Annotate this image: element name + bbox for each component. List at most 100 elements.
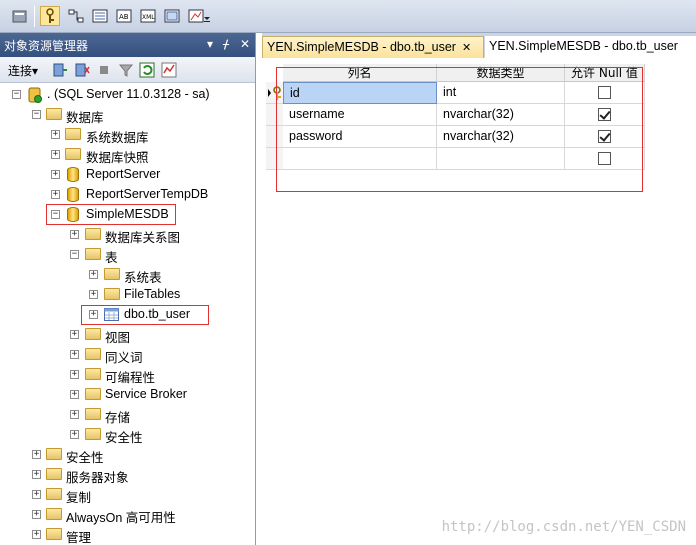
collapse-icon[interactable]: −	[32, 110, 41, 119]
tree-node-server-objects[interactable]: + 服务器对象	[0, 465, 255, 485]
tree-node-reportservertempdb[interactable]: + ReportServerTempDB	[0, 185, 255, 205]
tree-node-label: . (SQL Server 11.0.3128 - sa)	[47, 87, 210, 101]
fulltext-icon[interactable]: AB	[114, 6, 134, 26]
folder-icon	[46, 448, 62, 462]
filter-icon[interactable]	[118, 62, 134, 78]
properties-icon[interactable]	[10, 6, 30, 26]
connect-server-icon[interactable]	[52, 62, 68, 78]
xml-icon[interactable]: XML	[138, 6, 158, 26]
tree-node-label: 安全性	[66, 451, 104, 465]
tree-node-storage[interactable]: + 存储	[0, 405, 255, 425]
folder-icon	[46, 108, 62, 122]
server-icon	[27, 87, 43, 103]
tree-node-label: 数据库	[66, 111, 104, 125]
expand-icon[interactable]: +	[70, 350, 79, 359]
expand-icon[interactable]: +	[70, 430, 79, 439]
refresh-icon[interactable]	[139, 62, 155, 78]
expand-icon[interactable]: +	[70, 230, 79, 239]
watermark-text: http://blog.csdn.net/YEN_CSDN	[441, 519, 686, 535]
tree-node-label: ReportServer	[86, 167, 161, 181]
tree-node-server[interactable]: − . (SQL Server 11.0.3128 - sa)	[0, 85, 255, 105]
tree-node-alwayson[interactable]: + AlwaysOn 高可用性	[0, 505, 255, 525]
dropdown-icon[interactable]: ▾	[207, 37, 213, 51]
folder-icon	[85, 328, 101, 342]
expand-icon[interactable]: +	[70, 330, 79, 339]
stop-icon[interactable]	[96, 62, 112, 78]
tree-node-label: ReportServerTempDB	[86, 187, 209, 201]
folder-icon	[85, 368, 101, 382]
document-tabs: YEN.SimpleMESDB - dbo.tb_user ✕ YEN.Simpl…	[262, 33, 696, 58]
tree-node-system-databases[interactable]: + 系统数据库	[0, 125, 255, 145]
database-icon	[67, 187, 83, 202]
tree-node-system-tables[interactable]: + 系统表	[0, 265, 255, 285]
close-tab-icon[interactable]: ✕	[462, 42, 471, 54]
tree-node-label: 存储	[105, 411, 131, 425]
tree-node-label: 系统数据库	[86, 131, 149, 145]
expand-icon[interactable]: +	[32, 470, 41, 479]
expand-icon[interactable]: +	[51, 170, 60, 179]
expand-icon[interactable]: +	[70, 410, 79, 419]
tree-node-views[interactable]: + 视图	[0, 325, 255, 345]
expand-icon[interactable]: +	[32, 510, 41, 519]
expand-icon[interactable]: +	[51, 190, 60, 199]
tree-node-label: Service Broker	[105, 387, 187, 401]
activity-monitor-icon[interactable]	[161, 62, 177, 78]
folder-icon	[85, 428, 101, 442]
tree-node-label: 数据库关系图	[105, 231, 181, 245]
database-icon	[67, 167, 83, 182]
expand-icon[interactable]: +	[70, 390, 79, 399]
tree-node-synonyms[interactable]: + 同义词	[0, 345, 255, 365]
object-explorer-panel: 对象资源管理器 ▾ ᚋ ✕ 连接▾ − . (SQL Server 11.0.3…	[0, 33, 256, 545]
indexes-icon[interactable]	[90, 6, 110, 26]
folder-icon	[85, 388, 101, 402]
tree-node-label: FileTables	[124, 287, 181, 301]
tree-node-management[interactable]: + 管理	[0, 525, 255, 545]
tree-node-reportserver[interactable]: + ReportServer	[0, 165, 255, 185]
tree-node-snapshots[interactable]: + 数据库快照	[0, 145, 255, 165]
highlight-box-database	[46, 204, 176, 225]
tab-label: YEN.SimpleMESDB - dbo.tb_user	[267, 40, 456, 54]
tab-tb-user-design[interactable]: YEN.SimpleMESDB - dbo.tb_user ✕	[262, 36, 484, 58]
relationships-icon[interactable]	[66, 6, 86, 26]
expand-icon[interactable]: +	[51, 130, 60, 139]
collapse-icon[interactable]: −	[12, 90, 21, 99]
folder-icon	[85, 228, 101, 242]
folder-icon	[104, 268, 120, 282]
tree-node-diagrams[interactable]: + 数据库关系图	[0, 225, 255, 245]
tab-tb-user-data[interactable]: YEN.SimpleMESDB - dbo.tb_user	[485, 36, 696, 58]
connect-button[interactable]: 连接▾	[8, 62, 38, 79]
folder-icon	[46, 528, 62, 542]
tree-node-replication[interactable]: + 复制	[0, 485, 255, 505]
key-icon[interactable]	[40, 6, 60, 26]
expand-icon[interactable]: +	[32, 490, 41, 499]
expand-icon[interactable]: +	[70, 370, 79, 379]
close-icon[interactable]: ✕	[240, 37, 250, 51]
folder-icon	[104, 288, 120, 302]
pin-icon[interactable]: ᚋ	[223, 37, 229, 51]
overflow-icon[interactable]	[202, 6, 212, 26]
tree-node-filetables[interactable]: + FileTables	[0, 285, 255, 305]
tab-label: YEN.SimpleMESDB - dbo.tb_user	[489, 39, 678, 53]
expand-icon[interactable]: +	[89, 270, 98, 279]
check-constraints-icon[interactable]	[162, 6, 182, 26]
tree-node-databases[interactable]: − 数据库	[0, 105, 255, 125]
tree-node-programmability[interactable]: + 可编程性	[0, 365, 255, 385]
expand-icon[interactable]: +	[51, 150, 60, 159]
folder-icon	[85, 348, 101, 362]
folder-icon	[46, 468, 62, 482]
tree-node-tables[interactable]: − 表	[0, 245, 255, 265]
svg-text:XML: XML	[142, 14, 155, 21]
highlight-box-columns	[276, 67, 643, 192]
disconnect-icon[interactable]	[74, 62, 90, 78]
svg-text:AB: AB	[119, 13, 129, 21]
tree-node-security[interactable]: + 安全性	[0, 445, 255, 465]
tree-node-service-broker[interactable]: + Service Broker	[0, 385, 255, 405]
collapse-icon[interactable]: −	[70, 250, 79, 259]
folder-icon	[65, 148, 81, 162]
folder-icon	[46, 508, 62, 522]
expand-icon[interactable]: +	[89, 290, 98, 299]
expand-icon[interactable]: +	[32, 530, 41, 539]
expand-icon[interactable]: +	[32, 450, 41, 459]
tree-node-db-security[interactable]: + 安全性	[0, 425, 255, 445]
tree-node-label: 系统表	[124, 271, 162, 285]
